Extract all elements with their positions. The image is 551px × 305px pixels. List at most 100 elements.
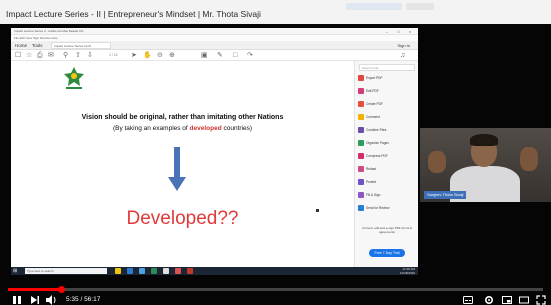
tool-item-label: Export PDF xyxy=(366,76,383,80)
tool-item-label: Protect xyxy=(366,180,377,184)
tool-item-icon xyxy=(358,75,364,82)
app-icon[interactable] xyxy=(163,268,169,274)
volume-icon[interactable] xyxy=(46,295,58,305)
powerpoint-icon[interactable] xyxy=(187,268,193,274)
next-icon[interactable] xyxy=(30,295,40,305)
taskbar-clock[interactable]: 11:58 AM 10/28/2020 xyxy=(400,267,415,275)
tool-item-icon xyxy=(358,153,364,160)
tool-item-label: Edit PDF xyxy=(366,89,379,93)
tool-item-label: Comment xyxy=(366,115,380,119)
taskbar-search-input[interactable]: Type here to search xyxy=(25,268,107,274)
bookmark-icon[interactable]: ☆ xyxy=(26,51,32,60)
theater-icon[interactable] xyxy=(519,296,529,304)
comment-icon[interactable]: □ xyxy=(233,51,237,60)
trial-button[interactable]: Free 7-Day Trial xyxy=(369,249,405,257)
tab-home[interactable]: Home xyxy=(15,43,27,48)
share-icon[interactable]: ↷ xyxy=(247,51,253,60)
email-icon[interactable]: ✉ xyxy=(48,51,54,60)
page-down-icon[interactable]: ⇩ xyxy=(87,51,93,60)
tool-item-icon xyxy=(358,88,364,95)
tool-item-icon xyxy=(358,166,364,173)
video-title[interactable]: Impact Lecture Series - II | Entrepreneu… xyxy=(6,9,261,19)
cursor-icon[interactable]: ➤ xyxy=(131,51,137,60)
time-display: 5:35 / 56:17 xyxy=(66,296,101,303)
fullscreen-icon[interactable] xyxy=(536,295,546,305)
clock-date: 10/28/2020 xyxy=(399,271,415,275)
tool-item[interactable]: Compress PDF xyxy=(358,153,388,161)
tool-item[interactable]: Comment xyxy=(358,114,380,122)
tool-item[interactable]: Export PDF xyxy=(358,75,382,83)
hand-icon[interactable]: ✋ xyxy=(143,51,152,60)
tool-item-label: Combine Files xyxy=(366,128,387,132)
page-up-icon[interactable]: ⇧ xyxy=(75,51,81,60)
slide-title: Vision should be original, rather than i… xyxy=(81,114,284,121)
tool-item-icon xyxy=(358,127,364,134)
tools-search-input[interactable]: Search tools xyxy=(359,64,415,71)
tool-item-icon xyxy=(358,101,364,108)
slide-subtitle: (By taking an examples of developed coun… xyxy=(11,125,354,132)
subtitles-icon[interactable] xyxy=(463,296,473,304)
tool-item-label: Redact xyxy=(366,167,377,171)
tool-item[interactable]: Fill & Sign xyxy=(358,192,380,200)
mouse-cursor-icon xyxy=(316,209,319,212)
sign-in-link[interactable]: Sign In xyxy=(398,43,410,48)
app-tabbar: Home Tools Impact Lecture Series II.pdf … xyxy=(11,41,418,50)
slide-subtitle-suffix: countries) xyxy=(221,125,253,132)
tool-item-icon xyxy=(358,140,364,147)
miniplayer-icon[interactable] xyxy=(502,296,512,304)
page-indicator: 1 / 12 xyxy=(109,53,118,57)
progress-scrubber[interactable] xyxy=(57,286,65,293)
slide-keyword: Developed?? xyxy=(126,208,239,229)
gear-icon[interactable] xyxy=(484,295,494,305)
excel-icon[interactable] xyxy=(151,268,157,274)
window-controls[interactable]: – □ × xyxy=(386,29,415,34)
highlight-icon[interactable]: ✎ xyxy=(217,51,223,60)
progress-played xyxy=(8,288,61,291)
tool-item-icon xyxy=(358,114,364,121)
tool-item[interactable]: Organize Pages xyxy=(358,140,389,148)
header-link-placeholder-2 xyxy=(406,3,434,10)
pdf-toolbar: ☐ ☆ ⎙ ✉ ⚲ ⇧ ⇩ 1 / 12 ➤ ✋ ⊝ ⊕ ▣ ✎ □ ↷ ♫ xyxy=(11,50,418,61)
tools-promo-text: Convert, edit and e-sign PDF forms & agr… xyxy=(362,226,412,234)
tool-item-label: Compress PDF xyxy=(366,154,388,158)
menu-items[interactable]: File Edit View Sign Window Help xyxy=(14,36,57,40)
tool-item[interactable]: Redact xyxy=(358,166,376,174)
tool-item-icon xyxy=(358,192,364,199)
windows-taskbar: ⊞ Type here to search 11:58 AM 10/28/2020 xyxy=(11,267,418,275)
header-link-placeholder xyxy=(346,3,402,10)
slide-subtitle-accent: developed xyxy=(189,125,222,132)
print-icon[interactable]: ⎙ xyxy=(37,51,43,60)
speaker-name-label: Sanjeev Thota Sivaji xyxy=(424,191,467,199)
tool-item[interactable]: Send for Review xyxy=(358,205,389,213)
speaker-hair xyxy=(470,134,498,146)
zoom-in-icon[interactable]: ⊕ xyxy=(169,51,175,60)
tab-document[interactable]: Impact Lecture Series II.pdf xyxy=(51,42,111,49)
tool-item[interactable]: Create PDF xyxy=(358,101,383,109)
windows-start-icon[interactable]: ⊞ xyxy=(13,268,19,274)
tool-item-label: Fill & Sign xyxy=(366,193,381,197)
tool-item-label: Send for Review xyxy=(366,206,390,210)
progress-bar[interactable] xyxy=(8,286,543,293)
tool-item[interactable]: Edit PDF xyxy=(358,88,379,96)
tool-item[interactable]: Combine Files xyxy=(358,127,386,135)
tool-item-label: Create PDF xyxy=(366,102,383,106)
zoom-out-icon[interactable]: ⊝ xyxy=(157,51,163,60)
window-title: Impact Lecture Series II - Adobe Acrobat… xyxy=(14,29,84,33)
acrobat-icon[interactable] xyxy=(175,268,181,274)
tool-item-label: Organize Pages xyxy=(366,141,389,145)
file-explorer-icon[interactable] xyxy=(115,268,121,274)
tool-item[interactable]: Protect xyxy=(358,179,376,187)
mail-icon[interactable] xyxy=(139,268,145,274)
zoom-search-icon[interactable]: ⚲ xyxy=(63,51,68,60)
shared-screen: Impact Lecture Series II - Adobe Acrobat… xyxy=(11,28,418,275)
tools-panel: Search tools Export PDF Edit PDF Create PD… xyxy=(354,61,418,271)
institution-logo-icon xyxy=(64,67,84,89)
document-page: Vision should be original, rather than i… xyxy=(11,61,354,271)
notifications-icon[interactable]: ♫ xyxy=(400,51,405,60)
edge-icon[interactable] xyxy=(127,268,133,274)
save-icon[interactable]: ☐ xyxy=(15,51,21,60)
tab-tools[interactable]: Tools xyxy=(32,43,43,48)
window-titlebar: Impact Lecture Series II - Adobe Acrobat… xyxy=(11,28,418,35)
fit-page-icon[interactable]: ▣ xyxy=(201,51,208,60)
pause-icon[interactable] xyxy=(12,295,22,305)
